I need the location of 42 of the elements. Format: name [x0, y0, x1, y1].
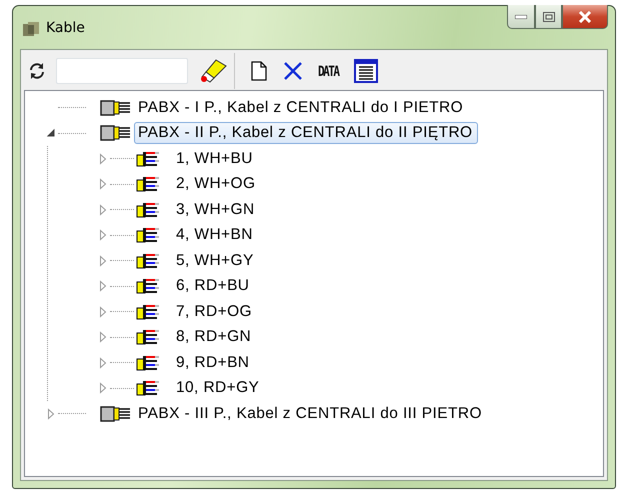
wire-pair-icon [136, 379, 160, 398]
wire-pair-icon [136, 150, 160, 168]
delete-button[interactable] [283, 61, 303, 81]
refresh-button[interactable] [28, 62, 46, 80]
tree-item[interactable]: 9, RD+BN [172, 352, 254, 374]
wire-pair-icon [136, 302, 160, 321]
tree-item[interactable]: PABX - II P., Kabel z CENTRALI do II PIĘTRO [134, 122, 478, 144]
wire-pair-icon [136, 175, 160, 194]
search-field[interactable] [56, 58, 188, 84]
tree-item[interactable]: 6, RD+BU [172, 275, 254, 298]
wire-pair-icon [136, 200, 160, 219]
tree-item[interactable]: PABX - III P., Kabel z CENTRALI do III PIETRO [134, 402, 487, 425]
minimize-icon [515, 14, 527, 18]
wire-pair-icon [136, 277, 160, 296]
wire-pair-icon [136, 252, 160, 270]
cube-icon [22, 21, 40, 37]
eraser-button[interactable] [198, 58, 228, 84]
wire-pair-icon [136, 226, 160, 244]
maximize-icon [542, 12, 554, 22]
expander-arrow-icon[interactable] [45, 127, 57, 140]
wire-pair-icon [136, 354, 160, 372]
new-document-button[interactable] [251, 61, 267, 81]
connector-icon [100, 404, 132, 423]
maximize-button[interactable] [535, 5, 562, 29]
tree-item[interactable]: 1, WH+BU [172, 148, 258, 170]
list-view-button[interactable] [354, 59, 378, 83]
tree-item[interactable]: 4, WH+BN [172, 224, 258, 246]
connector-icon [100, 98, 132, 117]
data-button[interactable]: DATA [317, 62, 340, 80]
minimize-button[interactable] [507, 5, 535, 29]
close-button[interactable] [562, 5, 608, 29]
tree-item[interactable]: 2, WH+OG [172, 173, 260, 196]
wire-pair-icon [136, 328, 160, 346]
tree-item[interactable]: 5, WH+GY [172, 250, 259, 272]
connector-icon [100, 124, 132, 142]
close-icon [578, 10, 592, 22]
tree-item[interactable]: 10, RD+GY [172, 377, 264, 400]
tree-item[interactable]: 8, RD+GN [172, 326, 256, 348]
tree-item[interactable]: PABX - I P., Kabel z CENTRALI do I PIETRO [134, 96, 468, 119]
tree-item[interactable]: 3, WH+GN [172, 198, 260, 221]
tree-item[interactable]: 7, RD+OG [172, 300, 257, 323]
window-title: Kable [46, 20, 85, 36]
